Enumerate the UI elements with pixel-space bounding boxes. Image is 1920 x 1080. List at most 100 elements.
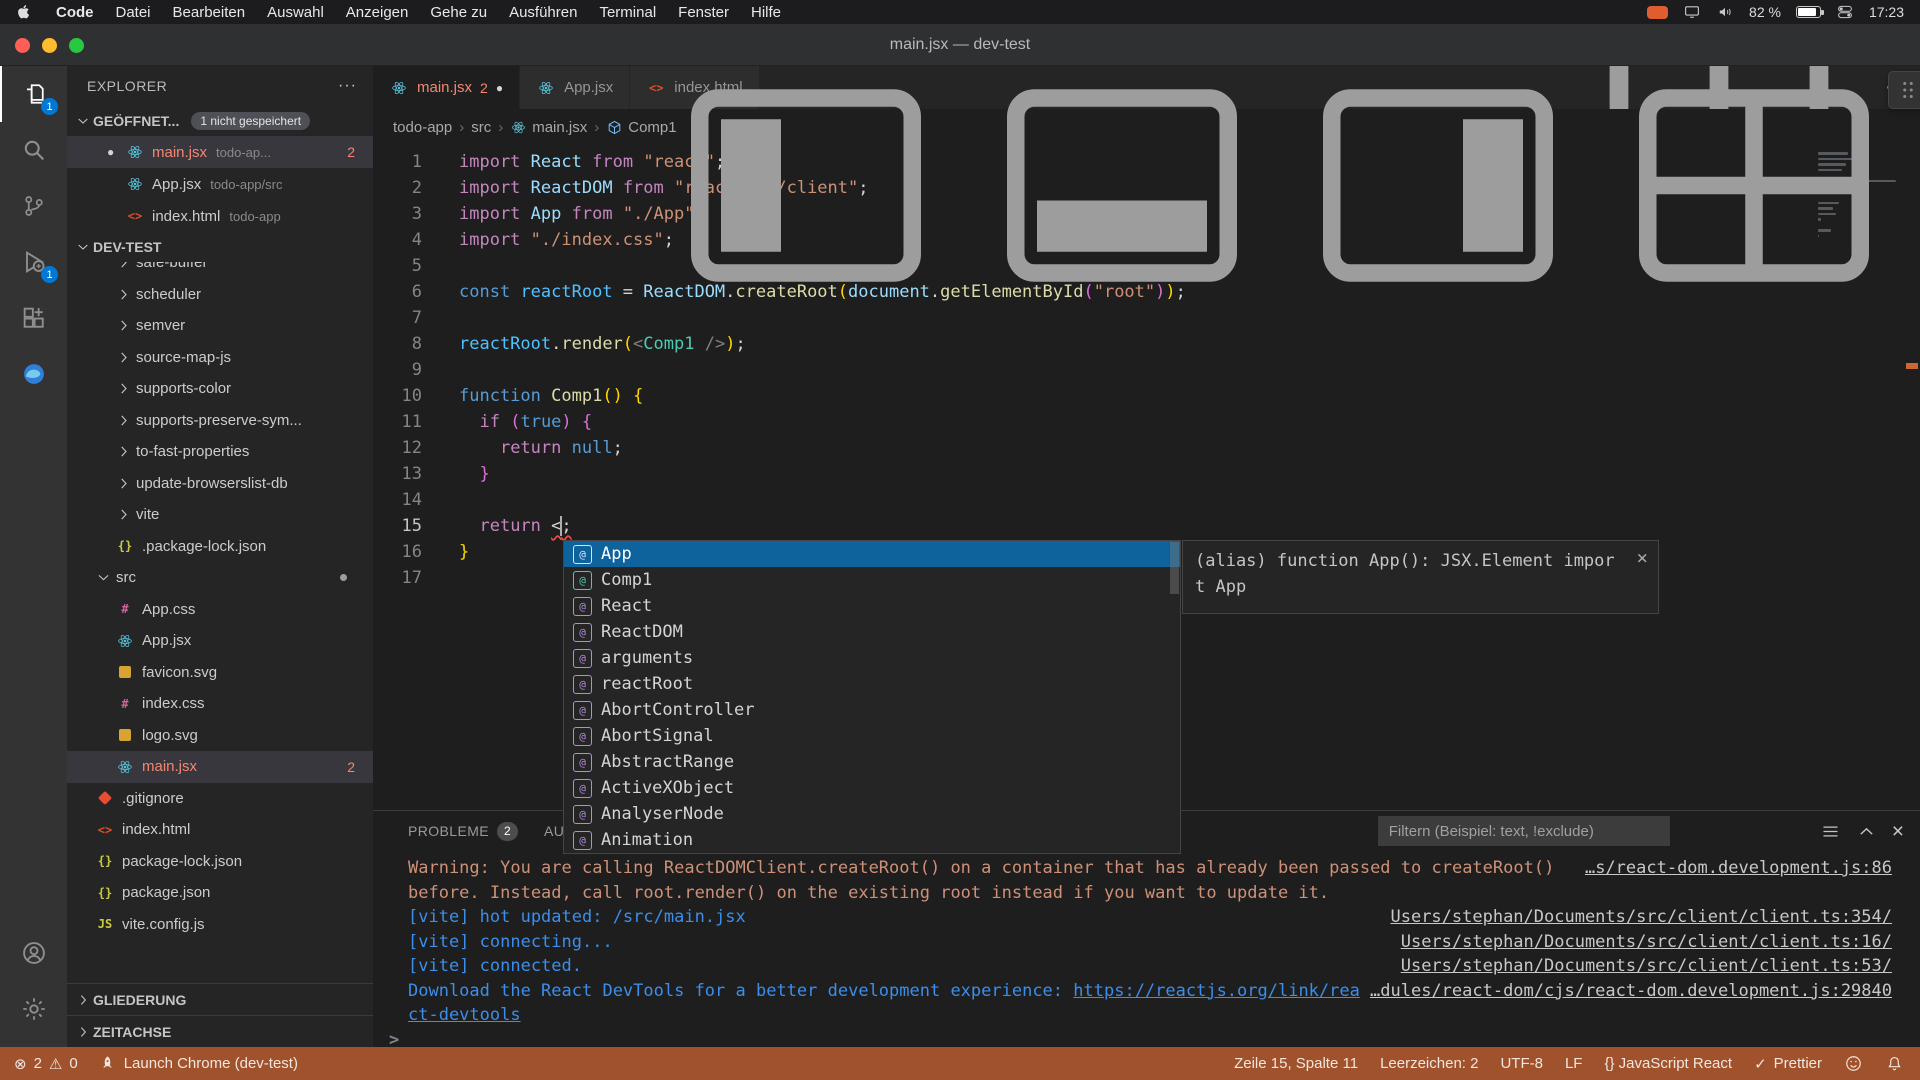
suggestion-AnalyserNode[interactable]: @AnalyserNode (564, 801, 1180, 827)
suggestion-AbortSignal[interactable]: @AbortSignal (564, 723, 1180, 749)
explorer-more-actions-icon[interactable]: ··· (338, 77, 357, 95)
activity-extensions[interactable] (0, 290, 67, 346)
tree-item-scheduler[interactable]: scheduler (67, 279, 373, 311)
activity-explorer[interactable]: 1 (0, 66, 67, 122)
tree-item-supports-preserve-sym...[interactable]: supports-preserve-sym... (67, 405, 373, 437)
tree-item-package-lock.json[interactable]: {}package-lock.json (67, 846, 373, 878)
workspace-header[interactable]: DEV-TEST (67, 232, 373, 262)
tree-item-index.css[interactable]: #index.css (67, 688, 373, 720)
tree-item-.package-lock.json[interactable]: {}.package-lock.json (67, 531, 373, 563)
open-editor-App.jsx[interactable]: App.jsxtodo-app/src (67, 168, 373, 200)
customize-layout-icon[interactable] (1604, 33, 1904, 338)
problems-status[interactable]: ⊗2⚠0 (14, 1055, 78, 1073)
activity-run-and-debug[interactable]: 1 (0, 234, 67, 290)
status-file-encoding[interactable]: UTF-8 (1500, 1055, 1543, 1072)
menu-item-terminal[interactable]: Terminal (599, 4, 656, 21)
suggestion-App[interactable]: @App (564, 541, 1180, 567)
menu-item-anzeigen[interactable]: Anzeigen (346, 4, 409, 21)
tree-item-vite[interactable]: vite (67, 499, 373, 531)
status-cursor-position[interactable]: Zeile 15, Spalte 11 (1234, 1055, 1358, 1072)
status-indentation-setting[interactable]: Leerzeichen: 2 (1380, 1055, 1478, 1072)
suggestion-ActiveXObject[interactable]: @ActiveXObject (564, 775, 1180, 801)
tree-item-safe-buffer[interactable]: safe-buffer (67, 262, 373, 279)
activity-accounts[interactable] (0, 925, 67, 981)
menu-item-code[interactable]: Code (56, 4, 94, 21)
suggestion-Comp1[interactable]: @Comp1 (564, 567, 1180, 593)
tab-main.jsx[interactable]: main.jsx2● (373, 66, 520, 109)
menubar-clock: 17:23 (1869, 4, 1904, 20)
tree-item-package.json[interactable]: {}package.json (67, 877, 373, 909)
close-icon[interactable]: × (1637, 545, 1648, 571)
console-url-link[interactable]: https://reactjs.org/link/rea (1073, 981, 1360, 1001)
console-source-link[interactable]: Users/stephan/Documents/src/client/clien… (1401, 954, 1892, 979)
tree-item-vite.config.js[interactable]: JSvite.config.js (67, 909, 373, 941)
console-source-link[interactable]: …dules/react-dom/cjs/react-dom.developme… (1370, 979, 1892, 1004)
status-end-of-line-setting[interactable]: LF (1565, 1055, 1583, 1072)
launch-chrome-button[interactable]: Launch Chrome (dev-test) (98, 1054, 298, 1073)
menu-item-auswahl[interactable]: Auswahl (267, 4, 324, 21)
tree-item-supports-color[interactable]: supports-color (67, 373, 373, 405)
tree-item-semver[interactable]: semver (67, 310, 373, 342)
console-source-link[interactable]: Users/stephan/Documents/src/client/clien… (1401, 930, 1892, 955)
breadcrumb-separator: › (594, 119, 599, 136)
tab-App.jsx[interactable]: App.jsx (520, 66, 630, 109)
tree-item-logo.svg[interactable]: logo.svg (67, 720, 373, 752)
tree-item-to-fast-properties[interactable]: to-fast-properties (67, 436, 373, 468)
activity-search[interactable] (0, 122, 67, 178)
close-panel-icon[interactable]: × (1892, 821, 1904, 842)
panel-views-icon[interactable] (1820, 821, 1841, 842)
menu-item-gehe-zu[interactable]: Gehe zu (430, 4, 487, 21)
tree-item-.gitignore[interactable]: .gitignore (67, 783, 373, 815)
suggestion-AbortController[interactable]: @AbortController (564, 697, 1180, 723)
suggestion-ReactDOM[interactable]: @ReactDOM (564, 619, 1180, 645)
maximize-panel-icon[interactable] (1856, 821, 1877, 842)
activity-source-control[interactable] (0, 178, 67, 234)
menu-item-datei[interactable]: Datei (116, 4, 151, 21)
notifications-button[interactable] (1885, 1054, 1904, 1073)
status-language-mode[interactable]: {} JavaScript React (1604, 1055, 1732, 1072)
toggle-panel-icon[interactable] (972, 33, 1272, 338)
open-editor-index.html[interactable]: <>index.htmltodo-app (67, 200, 373, 232)
tree-item-src[interactable]: src (67, 562, 373, 594)
open-editor-main.jsx[interactable]: ●main.jsxtodo-ap...2 (67, 136, 373, 168)
sidebar-section-gliederung[interactable]: GLIEDERUNG (67, 983, 373, 1015)
tree-item-App.jsx[interactable]: App.jsx (67, 625, 373, 657)
tree-item-update-browserslist-db[interactable]: update-browserslist-db (67, 468, 373, 500)
suggestion-label: React (601, 596, 652, 616)
breadcrumb-item-todo-app[interactable]: todo-app (393, 119, 452, 136)
suggestion-Animation[interactable]: @Animation (564, 827, 1180, 853)
menu-item-ausf-hren[interactable]: Ausführen (509, 4, 577, 21)
suggest-scrollbar[interactable] (1170, 542, 1179, 594)
console-source-link[interactable]: Users/stephan/Documents/src/client/clien… (1390, 905, 1892, 930)
console-url-link[interactable]: ct-devtools (408, 1005, 521, 1025)
activity-edge-devtools[interactable] (0, 346, 67, 402)
suggestion-reactRoot[interactable]: @reactRoot (564, 671, 1180, 697)
suggestion-arguments[interactable]: @arguments (564, 645, 1180, 671)
suggestion-React[interactable]: @React (564, 593, 1180, 619)
tree-item-source-map-js[interactable]: source-map-js (67, 342, 373, 374)
console-source-link[interactable]: …s/react-dom.development.js:86 (1585, 856, 1892, 881)
code-line-13: 13 } (373, 461, 1920, 487)
toggle-sidebar-icon[interactable] (656, 33, 956, 338)
overview-ruler-error-marker (1906, 363, 1918, 369)
menu-item-bearbeiten[interactable]: Bearbeiten (173, 4, 246, 21)
menu-item-fenster[interactable]: Fenster (678, 4, 729, 21)
breadcrumb-item-main.jsx[interactable]: main.jsx (510, 119, 587, 136)
sidebar-section-zeitachse[interactable]: ZEITACHSE (67, 1015, 373, 1047)
open-editors-header[interactable]: GEÖFFNET...1 nicht gespeichert (67, 106, 373, 136)
toggle-secondary-sidebar-icon[interactable] (1288, 33, 1588, 338)
suggestion-AbstractRange[interactable]: @AbstractRange (564, 749, 1180, 775)
tree-item-App.css[interactable]: #App.css (67, 594, 373, 626)
panel-tab-probleme[interactable]: PROBLEME2 (408, 811, 518, 851)
console-filter-input[interactable] (1378, 816, 1670, 846)
menu-item-hilfe[interactable]: Hilfe (751, 4, 781, 21)
apple-menu-icon[interactable] (16, 3, 34, 21)
tree-item-index.html[interactable]: <>index.html (67, 814, 373, 846)
status-prettier[interactable]: ✓Prettier (1754, 1055, 1822, 1073)
feedback-button[interactable] (1844, 1054, 1863, 1073)
tree-item-main.jsx[interactable]: main.jsx2 (67, 751, 373, 783)
screen-recording-indicator[interactable] (1647, 6, 1668, 19)
activity-settings[interactable] (0, 981, 67, 1037)
tree-item-favicon.svg[interactable]: favicon.svg (67, 657, 373, 689)
breadcrumb-item-src[interactable]: src (471, 119, 491, 136)
